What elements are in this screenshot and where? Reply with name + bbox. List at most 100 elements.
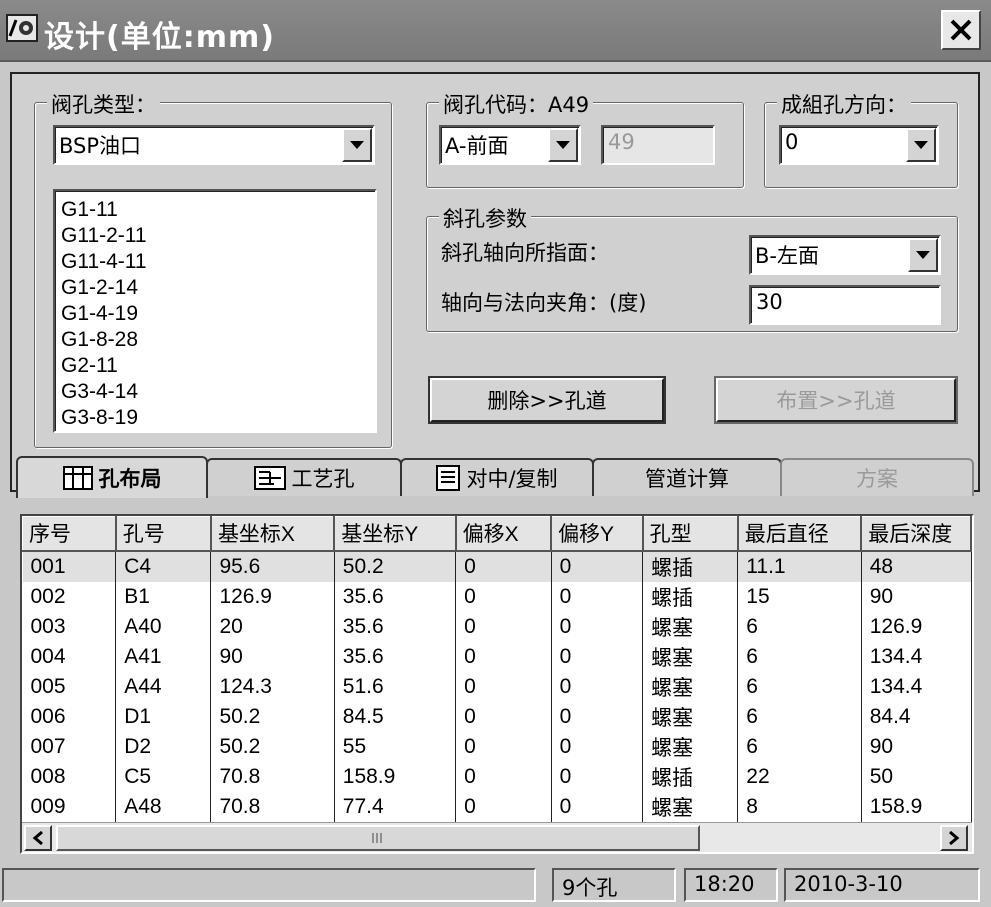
- table-cell[interactable]: 0: [551, 581, 644, 612]
- column-header[interactable]: 基坐标Y: [333, 516, 457, 552]
- table-cell[interactable]: 007: [22, 731, 117, 762]
- table-cell[interactable]: 134.4: [861, 671, 972, 702]
- list-item[interactable]: G11-2-11: [61, 223, 369, 249]
- table-cell[interactable]: 11.1: [737, 550, 862, 582]
- tab-pipe-calc[interactable]: 管道计算: [592, 458, 782, 496]
- table-cell[interactable]: 50.2: [210, 731, 335, 762]
- table-cell[interactable]: 002: [22, 581, 117, 612]
- table-cell[interactable]: 6: [737, 611, 862, 642]
- table-cell[interactable]: 0: [551, 791, 644, 822]
- table-cell[interactable]: 008: [22, 761, 117, 792]
- table-cell[interactable]: 90: [861, 581, 972, 612]
- table-cell[interactable]: 0: [551, 671, 644, 702]
- table-cell[interactable]: 126.9: [861, 611, 972, 642]
- table-cell[interactable]: 158.9: [861, 791, 972, 822]
- close-button[interactable]: [941, 10, 981, 50]
- table-cell[interactable]: 螺塞: [642, 731, 739, 762]
- table-cell[interactable]: A44: [115, 671, 212, 702]
- table-cell[interactable]: 50.2: [334, 550, 457, 582]
- table-cell[interactable]: 22: [737, 761, 862, 792]
- table-cell[interactable]: 0: [455, 611, 552, 642]
- table-row[interactable]: 004 A41 90 35.6 0 0 螺塞 6 134.4: [22, 641, 972, 672]
- table-cell[interactable]: A41: [115, 641, 212, 672]
- tab-hole-layout[interactable]: 孔布局: [16, 456, 208, 498]
- table-cell[interactable]: 50.2: [210, 701, 335, 732]
- list-item[interactable]: G11-4-11: [61, 249, 369, 275]
- scroll-thumb[interactable]: [56, 825, 700, 851]
- column-header[interactable]: 孔型: [642, 516, 739, 552]
- list-item[interactable]: G1-8-28: [61, 327, 369, 353]
- table-row[interactable]: 009 A48 70.8 77.4 0 0 螺塞 8 158.9: [22, 791, 972, 822]
- table-cell[interactable]: 126.9: [210, 581, 335, 612]
- scroll-right-button[interactable]: [940, 825, 968, 851]
- table-cell[interactable]: 70.8: [210, 791, 335, 822]
- place-hole-button[interactable]: 布置>>孔道: [714, 376, 958, 424]
- table-cell[interactable]: 35.6: [334, 641, 457, 672]
- table-row[interactable]: 006 D1 50.2 84.5 0 0 螺塞 6 84.4: [22, 701, 972, 732]
- table-cell[interactable]: C5: [115, 761, 212, 792]
- table-cell[interactable]: 0: [455, 671, 552, 702]
- table-cell[interactable]: 005: [22, 671, 117, 702]
- table-cell[interactable]: 70.8: [210, 761, 335, 792]
- list-item[interactable]: G1-2-14: [61, 275, 369, 301]
- table-cell[interactable]: 50: [861, 761, 972, 792]
- table-cell[interactable]: 6: [737, 641, 862, 672]
- table-cell[interactable]: 0: [455, 641, 552, 672]
- table-cell[interactable]: 8: [737, 791, 862, 822]
- table-cell[interactable]: 0: [455, 550, 552, 582]
- table-cell[interactable]: 001: [22, 550, 117, 582]
- column-header[interactable]: 序号: [22, 516, 117, 552]
- table-row[interactable]: 003 A40 20 35.6 0 0 螺塞 6 126.9: [22, 611, 972, 642]
- table-cell[interactable]: 0: [455, 791, 552, 822]
- table-cell[interactable]: 51.6: [334, 671, 457, 702]
- column-header[interactable]: 孔号: [115, 516, 212, 552]
- list-item[interactable]: G3-8-19: [61, 405, 369, 431]
- table-cell[interactable]: 48: [861, 550, 972, 582]
- table-cell[interactable]: 螺插: [642, 761, 739, 792]
- table-cell[interactable]: 124.3: [210, 671, 335, 702]
- list-item[interactable]: G3-4-14: [61, 379, 369, 405]
- table-cell[interactable]: 003: [22, 611, 117, 642]
- table-cell[interactable]: 螺塞: [642, 791, 739, 822]
- table-cell[interactable]: 螺插: [642, 581, 739, 612]
- hole-type-dropdown-button[interactable]: [342, 128, 372, 162]
- table-cell[interactable]: B1: [115, 581, 212, 612]
- table-cell[interactable]: 35.6: [334, 581, 457, 612]
- table-cell[interactable]: D2: [115, 731, 212, 762]
- table-cell[interactable]: 55: [334, 731, 457, 762]
- table-cell[interactable]: 0: [551, 731, 644, 762]
- table-cell[interactable]: A40: [115, 611, 212, 642]
- table-cell[interactable]: 0: [551, 550, 644, 582]
- table-cell[interactable]: 6: [737, 731, 862, 762]
- delete-hole-button[interactable]: 删除>>孔道: [428, 376, 666, 424]
- table-cell[interactable]: 0: [455, 731, 552, 762]
- column-header[interactable]: 偏移Y: [550, 516, 644, 552]
- horizontal-scrollbar[interactable]: [22, 822, 972, 852]
- table-cell[interactable]: 0: [551, 611, 644, 642]
- table-row[interactable]: 008 C5 70.8 158.9 0 0 螺插 22 50: [22, 761, 972, 792]
- table-cell[interactable]: 158.9: [334, 761, 457, 792]
- table-cell[interactable]: 螺塞: [642, 701, 739, 732]
- table-cell[interactable]: 0: [455, 701, 552, 732]
- table-cell[interactable]: 6: [737, 701, 862, 732]
- table-cell[interactable]: 0: [551, 761, 644, 792]
- table-cell[interactable]: 009: [22, 791, 117, 822]
- table-cell[interactable]: 006: [22, 701, 117, 732]
- axis-face-dropdown-button[interactable]: [908, 238, 938, 272]
- face-combo[interactable]: A-前面: [439, 125, 581, 165]
- direction-dropdown-button[interactable]: [906, 128, 936, 162]
- table-cell[interactable]: D1: [115, 701, 212, 732]
- table-cell[interactable]: 0: [551, 701, 644, 732]
- table-cell[interactable]: 螺插: [642, 550, 739, 582]
- table-cell[interactable]: 0: [455, 761, 552, 792]
- table-cell[interactable]: 6: [737, 671, 862, 702]
- table-cell[interactable]: 0: [551, 641, 644, 672]
- table-row[interactable]: 007 D2 50.2 55 0 0 螺塞 6 90: [22, 731, 972, 762]
- list-item[interactable]: G1-4-19: [61, 301, 369, 327]
- angle-field[interactable]: 30: [749, 285, 941, 325]
- tab-center-copy[interactable]: 对中/复制: [400, 458, 594, 496]
- hole-type-combo[interactable]: BSP油口: [53, 125, 375, 165]
- table-cell[interactable]: 螺塞: [642, 641, 739, 672]
- table-cell[interactable]: 90: [210, 641, 335, 672]
- list-item[interactable]: G1-11: [61, 197, 369, 223]
